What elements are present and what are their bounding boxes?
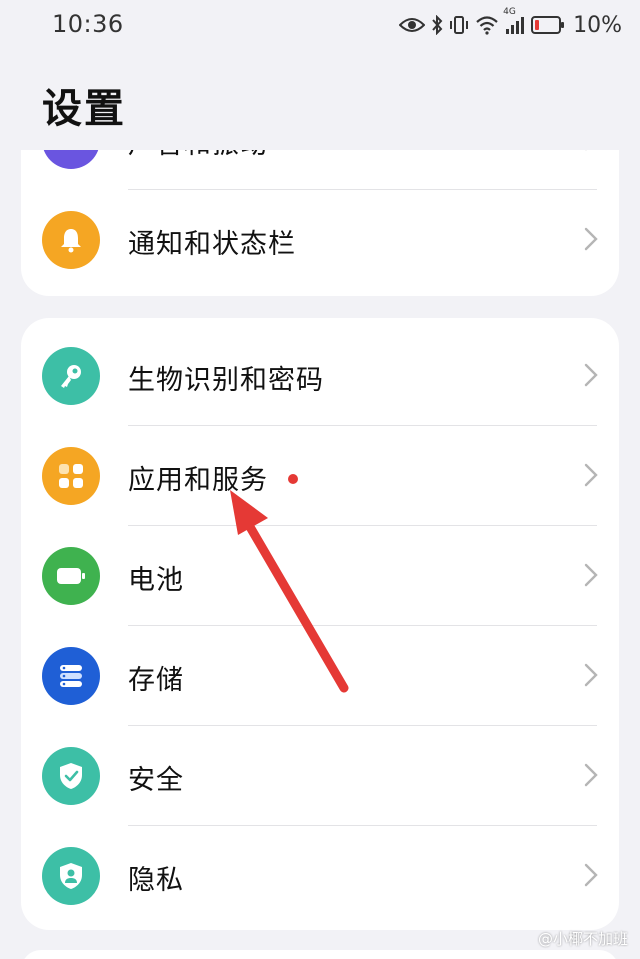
status-bar: 10:36 4G 10% xyxy=(0,0,640,52)
vibrate-icon xyxy=(449,15,469,35)
settings-item-sound[interactable]: 声音和振动 xyxy=(21,150,619,190)
signal-icon: 4G xyxy=(503,7,525,35)
settings-item-label: 应用和服务 xyxy=(128,458,298,497)
watermark-text: @小椰不加班 xyxy=(537,930,628,948)
bell-icon xyxy=(42,211,100,269)
status-time: 10:36 xyxy=(52,10,124,38)
privacy-icon xyxy=(42,847,100,905)
status-icons: 4G 10% xyxy=(399,7,622,40)
watermark: @小椰不加班 xyxy=(538,928,628,949)
battery-icon xyxy=(42,547,100,605)
settings-item-label: 通知和状态栏 xyxy=(128,229,296,260)
chevron-right-icon xyxy=(584,363,598,387)
settings-item-biometrics[interactable]: 生物识别和密码 xyxy=(21,326,619,426)
chevron-right-icon xyxy=(584,227,598,251)
eye-icon xyxy=(399,16,426,34)
chevron-right-icon xyxy=(584,563,598,587)
wifi-icon xyxy=(475,15,499,35)
chevron-right-icon xyxy=(584,863,598,887)
settings-item-storage[interactable]: 存储 xyxy=(21,626,619,726)
settings-group-1: 声音和振动 通知和状态栏 xyxy=(21,150,619,296)
settings-item-label: 生物识别和密码 xyxy=(128,365,324,396)
chevron-right-icon xyxy=(585,150,587,151)
settings-item-label: 电池 xyxy=(128,565,184,596)
battery-percent: 10% xyxy=(573,12,622,38)
apps-icon xyxy=(42,447,100,505)
storage-icon xyxy=(42,647,100,705)
network-label: 4G xyxy=(503,7,516,17)
sound-icon xyxy=(42,150,100,169)
settings-item-notifications[interactable]: 通知和状态栏 xyxy=(21,190,619,290)
new-badge-dot xyxy=(288,473,298,484)
chevron-right-icon xyxy=(584,463,598,487)
page-title: 设置 xyxy=(42,86,126,132)
settings-item-security[interactable]: 安全 xyxy=(21,726,619,826)
key-icon xyxy=(42,347,100,405)
settings-group-3 xyxy=(21,950,619,959)
settings-item-label: 声音和振动 xyxy=(128,150,268,161)
shield-check-icon xyxy=(42,747,100,805)
settings-item-label: 存储 xyxy=(128,665,184,696)
settings-item-privacy[interactable]: 隐私 xyxy=(21,826,619,926)
battery-icon xyxy=(531,15,565,35)
settings-item-apps[interactable]: 应用和服务 xyxy=(21,426,619,526)
chevron-right-icon xyxy=(584,763,598,787)
settings-item-label: 隐私 xyxy=(128,865,184,896)
settings-item-battery[interactable]: 电池 xyxy=(21,526,619,626)
bluetooth-icon xyxy=(431,15,443,35)
settings-group-2: 生物识别和密码 应用和服务 电池 存储 安全 隐私 xyxy=(21,318,619,930)
settings-item-label: 安全 xyxy=(128,765,184,796)
chevron-right-icon xyxy=(584,663,598,687)
